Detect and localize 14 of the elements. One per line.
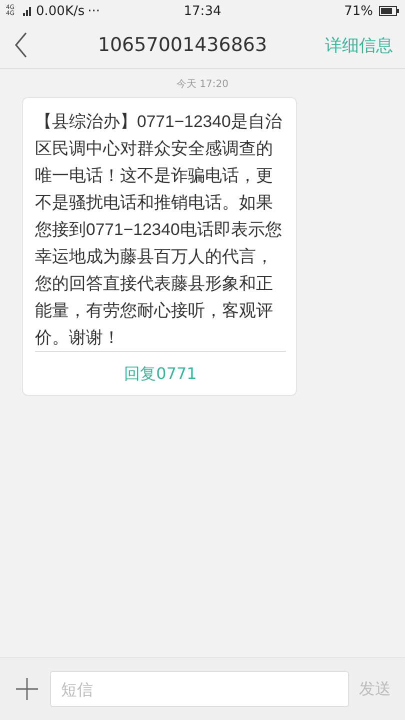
contact-number: 10657001436863 bbox=[96, 34, 268, 56]
battery-icon bbox=[379, 6, 399, 16]
reply-button[interactable]: 回复0771 bbox=[35, 351, 286, 395]
chevron-left-icon bbox=[14, 32, 28, 58]
message-text: 【县综治办】0771−12340是自治区民调中心对群众安全感调查的唯一电话！这不是诈骗电话，更不是骚扰电话和推销电话。如果您接到0771−12340电话即表示您幸运地成为藤县百万人的代言，您的回答直接代表藤县形象和正能量，有劳您耐心接听，客观评价。谢谢！ bbox=[35, 111, 283, 349]
message-timestamp: 今天 17:20 bbox=[176, 78, 228, 91]
battery-percent: 71% bbox=[344, 4, 373, 18]
details-link[interactable]: 详细信息 bbox=[305, 34, 405, 56]
message-input[interactable]: 短信 bbox=[50, 671, 349, 707]
add-icon[interactable] bbox=[14, 676, 40, 702]
clock: 17:34 bbox=[184, 4, 222, 18]
signal-icon bbox=[23, 6, 33, 16]
more-indicator: ··· bbox=[88, 4, 100, 18]
network-speed: 0.00K/s bbox=[36, 4, 85, 18]
